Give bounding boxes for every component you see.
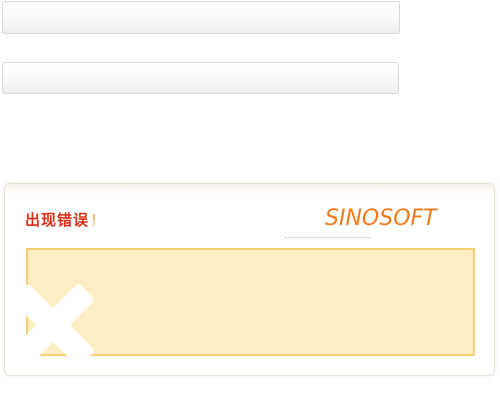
logo-underline [285,237,371,238]
error-title-text: 出现错误 [25,211,90,229]
error-title: 出现错误! [25,211,98,229]
header-bar-2 [2,62,399,94]
panel-top-shade [5,184,494,194]
close-x-icon [21,279,101,369]
sinosoft-logo: SINOSOFT [325,206,437,231]
error-title-exclaim: ! [91,211,99,229]
header-bar-1 [2,1,400,34]
page: 出现错误! SINOSOFT [0,0,500,400]
close-x-icon-svg [21,284,94,366]
